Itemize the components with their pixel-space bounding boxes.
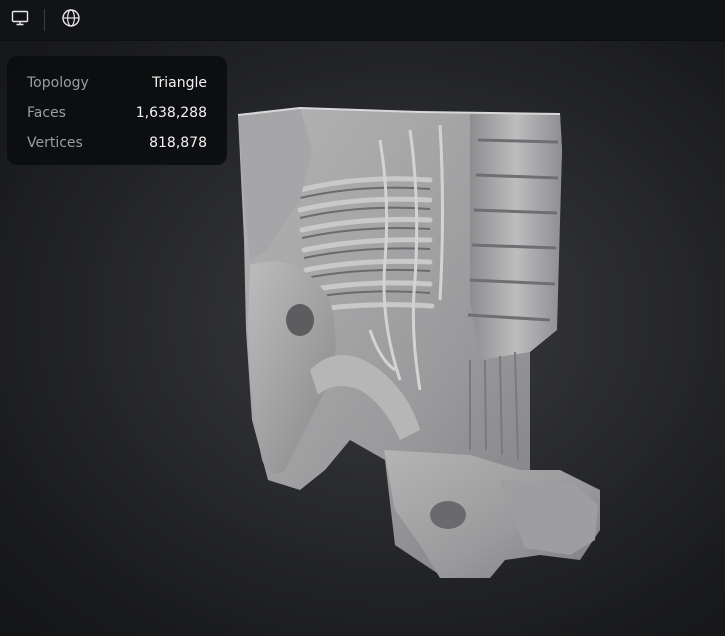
faces-label: Faces xyxy=(27,105,66,121)
top-toolbar xyxy=(0,0,725,41)
spine-column xyxy=(470,112,562,360)
globe-button[interactable] xyxy=(51,4,91,36)
globe-icon xyxy=(61,8,81,32)
info-row-faces: Faces 1,638,288 xyxy=(27,98,207,128)
info-row-vertices: Vertices 818,878 xyxy=(27,128,207,158)
topology-label: Topology xyxy=(27,75,89,91)
model-info-panel: Topology Triangle Faces 1,638,288 Vertic… xyxy=(7,56,227,165)
faces-value: 1,638,288 xyxy=(135,105,207,121)
info-row-topology: Topology Triangle xyxy=(27,68,207,98)
toolbar-separator xyxy=(44,9,45,31)
monitor-button[interactable] xyxy=(0,4,40,36)
vertices-label: Vertices xyxy=(27,135,83,151)
femur-cross-section xyxy=(430,501,466,529)
vertices-value: 818,878 xyxy=(149,135,207,151)
topology-value: Triangle xyxy=(152,75,207,91)
hip-socket xyxy=(286,304,314,336)
monitor-icon xyxy=(11,9,29,31)
